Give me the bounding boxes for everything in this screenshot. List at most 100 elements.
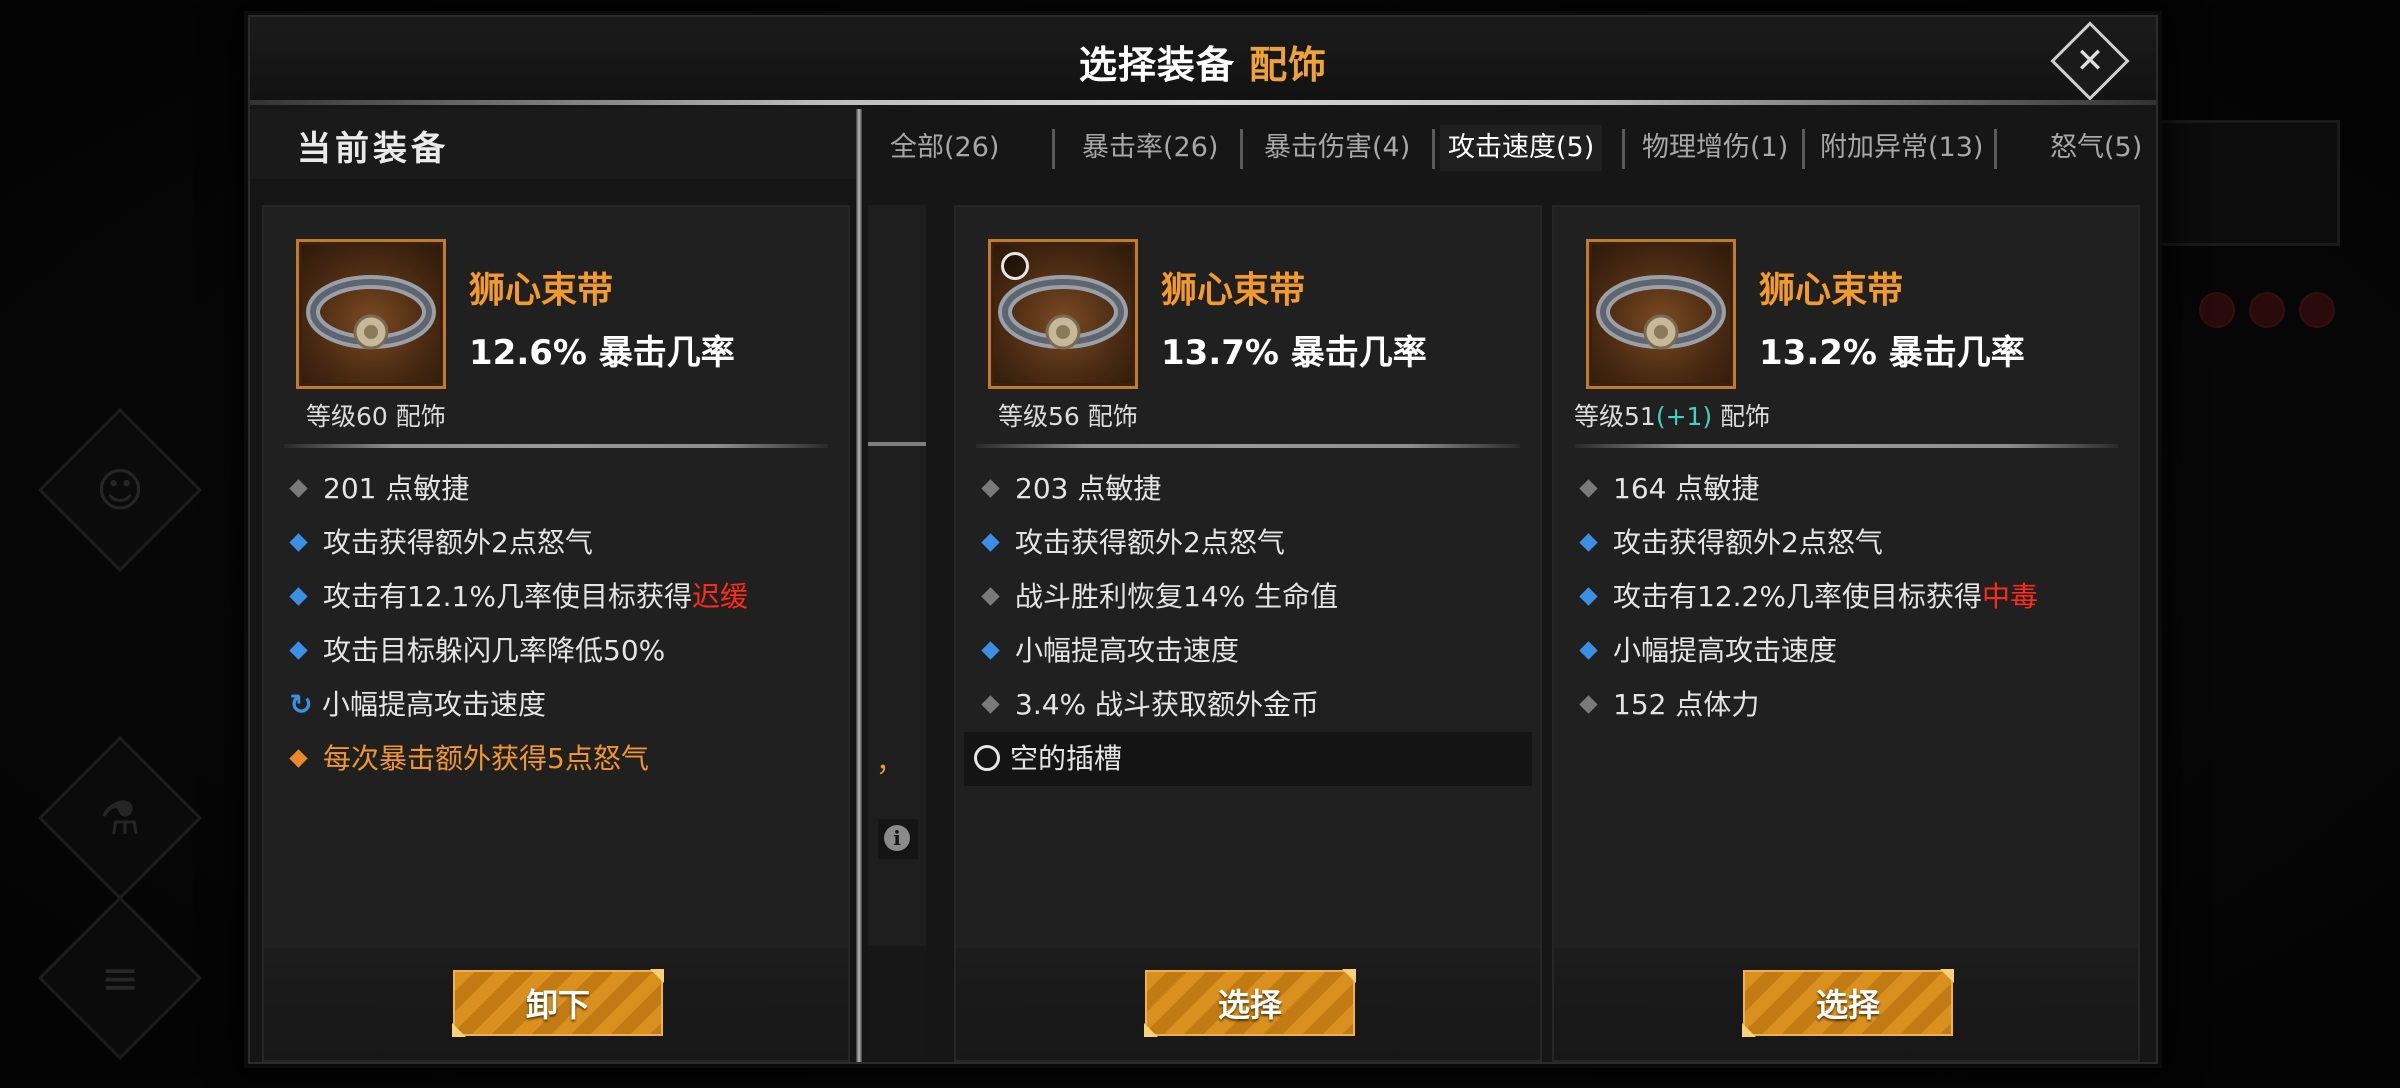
- tab-separator: [1240, 129, 1243, 169]
- partial-item-card: ， i: [868, 205, 926, 1058]
- attribute-text: 战斗胜利恢复14% 生命值: [1015, 580, 1339, 613]
- item-attribute: 攻击获得额外2点怒气: [978, 518, 1285, 568]
- close-button[interactable]: ✕: [2050, 21, 2130, 101]
- item-level-bonus: (+1): [1655, 402, 1713, 431]
- attribute-text: 攻击有12.2%几率使目标获得: [1613, 580, 1982, 613]
- item-attribute: 攻击获得额外2点怒气: [1576, 518, 1883, 568]
- select-button[interactable]: 选择: [1742, 969, 1954, 1037]
- candidate-item-card[interactable]: 狮心束带 13.7% 暴击几率 等级56 配饰 203 点敏捷 攻击获得额外2点…: [954, 205, 1542, 1062]
- item-attribute: 攻击有12.2%几率使目标获得中毒: [1576, 572, 2038, 622]
- attribute-text: 每次暴击额外获得5点怒气: [323, 742, 649, 775]
- diamond-gray-icon: [1579, 478, 1598, 498]
- tab-crit-rate[interactable]: 暴击率(26): [1082, 125, 1218, 171]
- card-divider: [976, 444, 1520, 448]
- item-attribute: ↻ 小幅提高攻击速度: [286, 680, 546, 730]
- empty-socket-icon: [1001, 252, 1029, 280]
- diamond-blue-icon: [1579, 586, 1598, 606]
- item-main-stat: 13.2% 暴击几率: [1759, 333, 2025, 373]
- item-attribute: 201 点敏捷: [286, 464, 469, 514]
- item-name: 狮心束带: [1759, 270, 1904, 311]
- equipment-select-dialog: 选择装备 配饰 ✕ 当前装备 全部(26) 暴击率(26) 暴击伤害(4) 攻击…: [248, 15, 2158, 1064]
- item-attribute-socket: 空的插槽: [974, 734, 1122, 784]
- attribute-text: 小幅提高攻击速度: [1613, 634, 1838, 667]
- attribute-text: 攻击有12.1%几率使目标获得: [323, 580, 692, 613]
- item-main-stat: 12.6% 暴击几率: [469, 333, 735, 373]
- item-attribute: 小幅提高攻击速度: [1576, 626, 1837, 676]
- tab-all[interactable]: 全部(26): [890, 125, 999, 171]
- attribute-text: 攻击获得额外2点怒气: [1613, 526, 1883, 559]
- attribute-text: 攻击获得额外2点怒气: [323, 526, 593, 559]
- item-level: 等级51(+1) 配饰: [1574, 397, 1770, 433]
- tab-physical-damage[interactable]: 物理增伤(1): [1642, 125, 1788, 171]
- dialog-header: 选择装备 配饰 ✕: [250, 17, 2156, 105]
- item-name: 狮心束带: [469, 270, 614, 311]
- diamond-orange-icon: [289, 748, 308, 768]
- item-level-value: 等级60: [306, 402, 388, 431]
- refresh-icon: ↻: [289, 688, 313, 721]
- item-level-value: 等级51: [1574, 402, 1656, 431]
- bg-dot: [2299, 292, 2335, 328]
- item-attribute: 3.4% 战斗获取额外金币: [978, 680, 1319, 730]
- card-divider: [284, 444, 828, 448]
- item-type: 配饰: [395, 402, 446, 431]
- belt-icon: [306, 275, 436, 350]
- diamond-gray-icon: [981, 694, 1000, 714]
- tab-separator: [1052, 129, 1055, 169]
- info-icon: i: [884, 825, 910, 851]
- diamond-blue-icon: [1579, 532, 1598, 552]
- section-divider: [856, 109, 862, 1062]
- item-type: 配饰: [1720, 402, 1771, 431]
- tab-separator: [1432, 129, 1435, 169]
- bg-dot: [2199, 292, 2235, 328]
- item-attribute: 152 点体力: [1576, 680, 1759, 730]
- close-icon: ✕: [2075, 41, 2105, 81]
- item-attribute-set: 每次暴击额外获得5点怒气: [286, 734, 649, 784]
- tab-crit-damage[interactable]: 暴击伤害(4): [1264, 125, 1410, 171]
- attribute-text: 空的插槽: [1010, 742, 1123, 775]
- diamond-blue-icon: [1579, 640, 1598, 660]
- info-button[interactable]: i: [878, 819, 918, 859]
- tab-separator: [1802, 129, 1805, 169]
- diamond-gray-icon: [981, 478, 1000, 498]
- diamond-blue-icon: [289, 532, 308, 552]
- item-icon-frame: [296, 239, 446, 389]
- partial-attr-fragment: ，: [876, 745, 905, 778]
- bg-dot: [2249, 292, 2285, 328]
- item-attribute: 攻击有12.1%几率使目标获得迟缓: [286, 572, 748, 622]
- empty-socket-icon: [974, 745, 1000, 771]
- item-attribute: 164 点敏捷: [1576, 464, 1759, 514]
- unequip-button[interactable]: 卸下: [452, 969, 664, 1037]
- status-effect-poison: 中毒: [1981, 580, 2038, 613]
- attribute-text: 小幅提高攻击速度: [322, 688, 547, 721]
- attribute-text: 小幅提高攻击速度: [1015, 634, 1240, 667]
- dialog-title-category: 配饰: [1249, 42, 1328, 87]
- tab-separator: [1994, 129, 1997, 169]
- diamond-gray-icon: [981, 586, 1000, 606]
- tab-extra-status[interactable]: 附加异常(13): [1820, 125, 1983, 171]
- status-effect-slow: 迟缓: [691, 580, 748, 613]
- item-level: 等级56 配饰: [998, 397, 1138, 433]
- tab-rage[interactable]: 怒气(5): [2050, 125, 2142, 171]
- item-level-value: 等级56: [998, 402, 1080, 431]
- item-attribute: 攻击获得额外2点怒气: [286, 518, 593, 568]
- diamond-blue-icon: [981, 640, 1000, 660]
- diamond-blue-icon: [981, 532, 1000, 552]
- diamond-gray-icon: [1579, 694, 1598, 714]
- item-name: 狮心束带: [1161, 270, 1306, 311]
- card-divider: [1574, 444, 2118, 448]
- item-icon-frame: [1586, 239, 1736, 389]
- item-attribute: 小幅提高攻击速度: [978, 626, 1239, 676]
- item-main-stat: 13.7% 暴击几率: [1161, 333, 1427, 373]
- item-attribute: 203 点敏捷: [978, 464, 1161, 514]
- item-type: 配饰: [1087, 402, 1138, 431]
- filter-tabs: 全部(26) 暴击率(26) 暴击伤害(4) 攻击速度(5) 物理增伤(1) 附…: [866, 117, 2150, 181]
- attribute-text: 攻击获得额外2点怒气: [1015, 526, 1285, 559]
- attribute-text: 3.4% 战斗获取额外金币: [1015, 688, 1320, 721]
- item-attribute: 攻击目标躲闪几率降低50%: [286, 626, 665, 676]
- tab-separator: [1622, 129, 1625, 169]
- tab-attack-speed[interactable]: 攻击速度(5): [1440, 125, 1603, 171]
- attribute-text: 164 点敏捷: [1613, 472, 1760, 505]
- card-divider: [868, 442, 926, 446]
- candidate-item-card[interactable]: 狮心束带 13.2% 暴击几率 等级51(+1) 配饰 164 点敏捷 攻击获得…: [1552, 205, 2140, 1062]
- select-button[interactable]: 选择: [1144, 969, 1356, 1037]
